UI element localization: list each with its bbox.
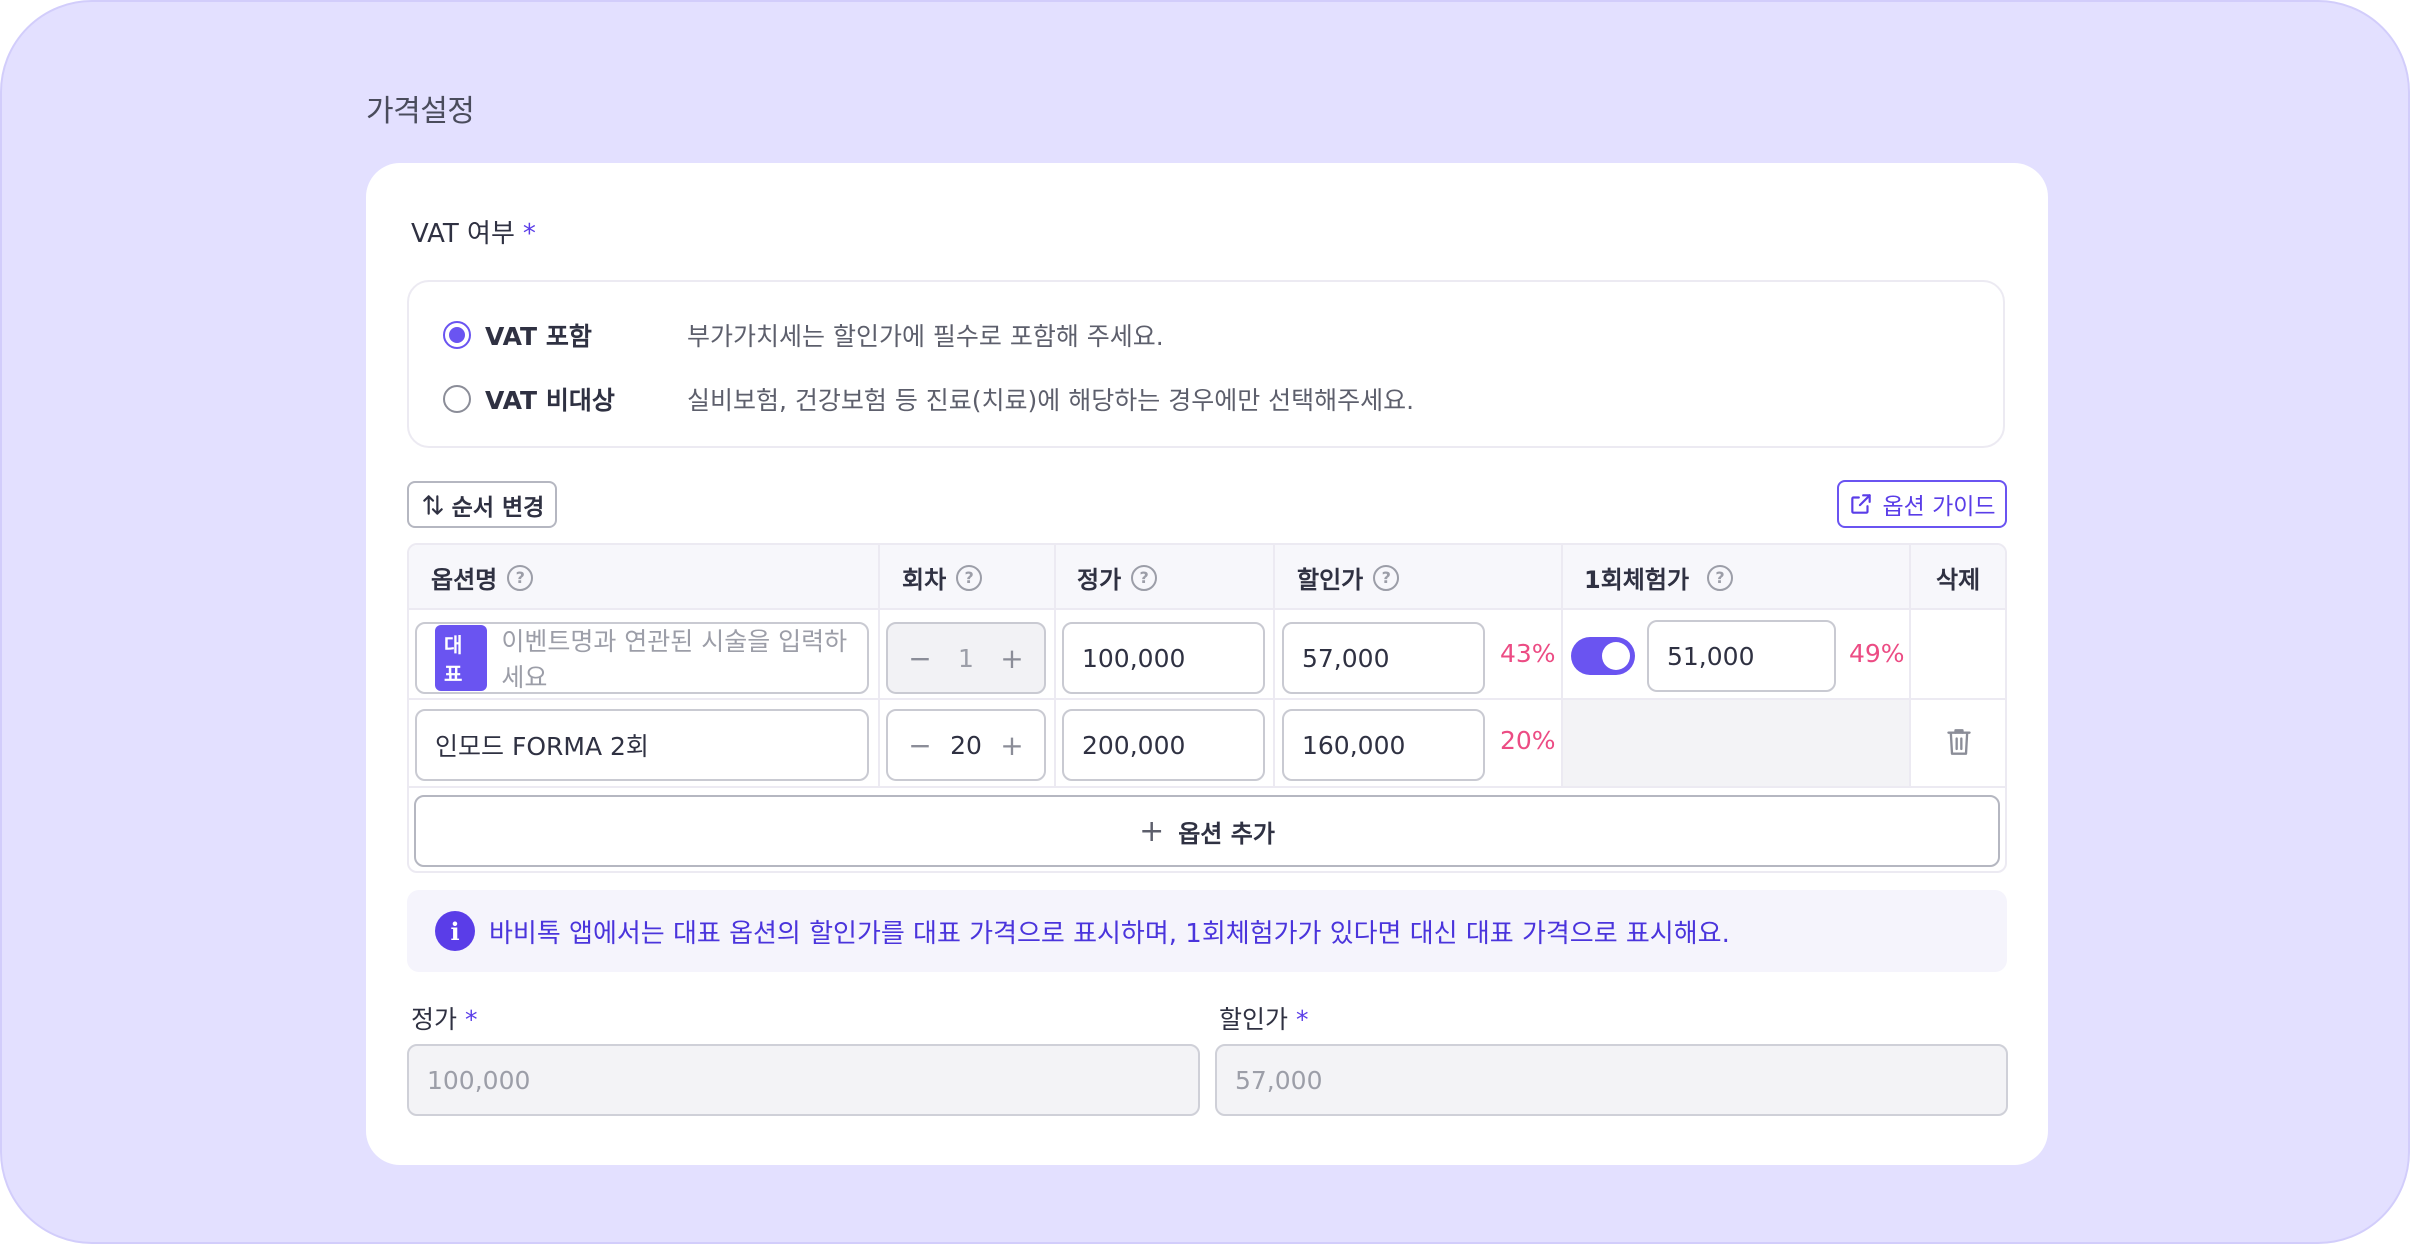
vat-option-exempt[interactable]: VAT 비대상 실비보험, 건강보험 등 진료(치료)에 해당하는 경우에만 선… <box>443 379 1414 419</box>
vat-label: VAT 여부 * <box>411 213 536 250</box>
discount-percent: 43% <box>1500 639 1556 668</box>
representative-badge: 대표 <box>435 625 488 691</box>
column-divider <box>1054 545 1056 786</box>
page-background: 가격설정 VAT 여부 * VAT 포함 부가가치세는 할인가에 필수로 포함해 … <box>0 0 2410 1244</box>
option-name-placeholder: 이벤트명과 연관된 시술을 입력하세요 <box>501 627 848 692</box>
required-mark: * <box>522 219 536 249</box>
column-divider <box>1909 545 1911 786</box>
option-guide-label: 옵션 가이드 <box>1882 494 1996 520</box>
reorder-button[interactable]: 순서 변경 <box>407 481 557 528</box>
trial-price-toggle[interactable] <box>1571 637 1635 675</box>
info-notice: i 바비톡 앱에서는 대표 옵션의 할인가를 대표 가격으로 표시하며, 1회체… <box>407 890 2007 972</box>
list-price-input[interactable]: 200,000 <box>1062 709 1265 781</box>
header-delete: 삭제 <box>1936 545 1980 610</box>
sessions-value: 1 <box>958 643 974 673</box>
add-option-button[interactable]: + 옵션 추가 <box>414 795 2000 867</box>
header-sessions: 회차? <box>902 545 983 610</box>
vat-include-description: 부가가치세는 할인가에 필수로 포함해 주세요. <box>687 322 1164 351</box>
help-icon[interactable]: ? <box>507 564 534 591</box>
reorder-label: 순서 변경 <box>451 494 545 521</box>
discount-price-input[interactable]: 160,000 <box>1282 709 1485 781</box>
vat-exempt-radio[interactable] <box>443 385 471 413</box>
plus-icon: + <box>1139 813 1165 849</box>
trash-icon[interactable] <box>1945 726 1973 758</box>
vat-exempt-description: 실비보험, 건강보험 등 진료(치료)에 해당하는 경우에만 선택해주세요. <box>687 386 1415 415</box>
column-divider <box>1273 545 1275 786</box>
section-title: 가격설정 <box>366 94 475 129</box>
discount-percent: 20% <box>1500 726 1556 755</box>
help-icon[interactable]: ? <box>1707 564 1734 591</box>
vat-include-label: VAT 포함 <box>485 322 592 351</box>
header-sessions-label: 회차 <box>902 566 947 594</box>
trial-price-empty-cell <box>1563 700 1909 786</box>
help-icon[interactable]: ? <box>956 564 983 591</box>
price-settings-card: VAT 여부 * VAT 포함 부가가치세는 할인가에 필수로 포함해 주세요. … <box>366 163 2048 1165</box>
sessions-stepper[interactable]: − 20 + <box>886 709 1046 781</box>
header-discount-price-label: 할인가 <box>1297 566 1364 594</box>
help-icon[interactable]: ? <box>1131 564 1158 591</box>
option-name-input[interactable]: 대표 이벤트명과 연관된 시술을 입력하세요 <box>415 622 869 694</box>
option-name-input[interactable]: 인모드 FORMA 2회 <box>415 709 869 781</box>
summary-list-price-label: 정가 * <box>411 1000 478 1036</box>
header-delete-label: 삭제 <box>1936 566 1981 594</box>
vat-exempt-label: VAT 비대상 <box>485 386 615 415</box>
required-mark: * <box>1296 1005 1309 1034</box>
sessions-stepper[interactable]: − 1 + <box>886 622 1046 694</box>
sessions-value: 20 <box>950 730 982 760</box>
options-table: 옵션명? 회차? 정가? 할인가? 1회체험가? 삭제 대표 이벤트명과 연관된… <box>407 543 2007 873</box>
header-list-price: 정가? <box>1077 545 1158 610</box>
trial-price-input[interactable]: 51,000 <box>1647 620 1836 692</box>
table-header: 옵션명? 회차? 정가? 할인가? 1회체험가? 삭제 <box>409 545 2005 610</box>
header-list-price-label: 정가 <box>1077 566 1122 594</box>
plus-icon[interactable]: + <box>1000 642 1024 675</box>
vat-include-radio[interactable] <box>443 321 471 349</box>
column-divider <box>878 545 880 786</box>
required-mark: * <box>465 1005 478 1034</box>
external-link-icon <box>1851 494 1872 514</box>
add-option-label: 옵션 추가 <box>1178 819 1275 848</box>
vat-options-box: VAT 포함 부가가치세는 할인가에 필수로 포함해 주세요. VAT 비대상 … <box>407 280 2005 448</box>
row-divider <box>409 786 2005 788</box>
vat-option-include[interactable]: VAT 포함 부가가치세는 할인가에 필수로 포함해 주세요. <box>443 315 1164 355</box>
header-option-name: 옵션명? <box>431 545 534 610</box>
header-option-name-label: 옵션명 <box>431 566 498 594</box>
summary-discount-price-label-text: 할인가 <box>1219 1005 1289 1034</box>
summary-discount-price-field: 57,000 <box>1215 1044 2008 1116</box>
header-trial-price-label: 1회체험가 <box>1584 566 1690 594</box>
summary-discount-price-label: 할인가 * <box>1219 1000 1309 1036</box>
trial-percent: 49% <box>1849 639 1905 668</box>
minus-icon[interactable]: − <box>908 642 932 675</box>
help-icon[interactable]: ? <box>1373 564 1400 591</box>
header-discount-price: 할인가? <box>1297 545 1400 610</box>
info-text: 바비톡 앱에서는 대표 옵션의 할인가를 대표 가격으로 표시하며, 1회체험가… <box>489 918 1730 949</box>
list-price-input[interactable]: 100,000 <box>1062 622 1265 694</box>
discount-price-input[interactable]: 57,000 <box>1282 622 1485 694</box>
summary-list-price-label-text: 정가 <box>411 1005 458 1034</box>
option-guide-button[interactable]: 옵션 가이드 <box>1837 480 2007 528</box>
info-icon: i <box>435 911 475 951</box>
reorder-icon <box>422 494 443 515</box>
plus-icon[interactable]: + <box>1000 729 1024 762</box>
summary-list-price-field: 100,000 <box>407 1044 1200 1116</box>
header-trial-price: 1회체험가? <box>1584 545 1734 610</box>
vat-label-text: VAT 여부 <box>411 219 515 249</box>
minus-icon[interactable]: − <box>908 729 932 762</box>
